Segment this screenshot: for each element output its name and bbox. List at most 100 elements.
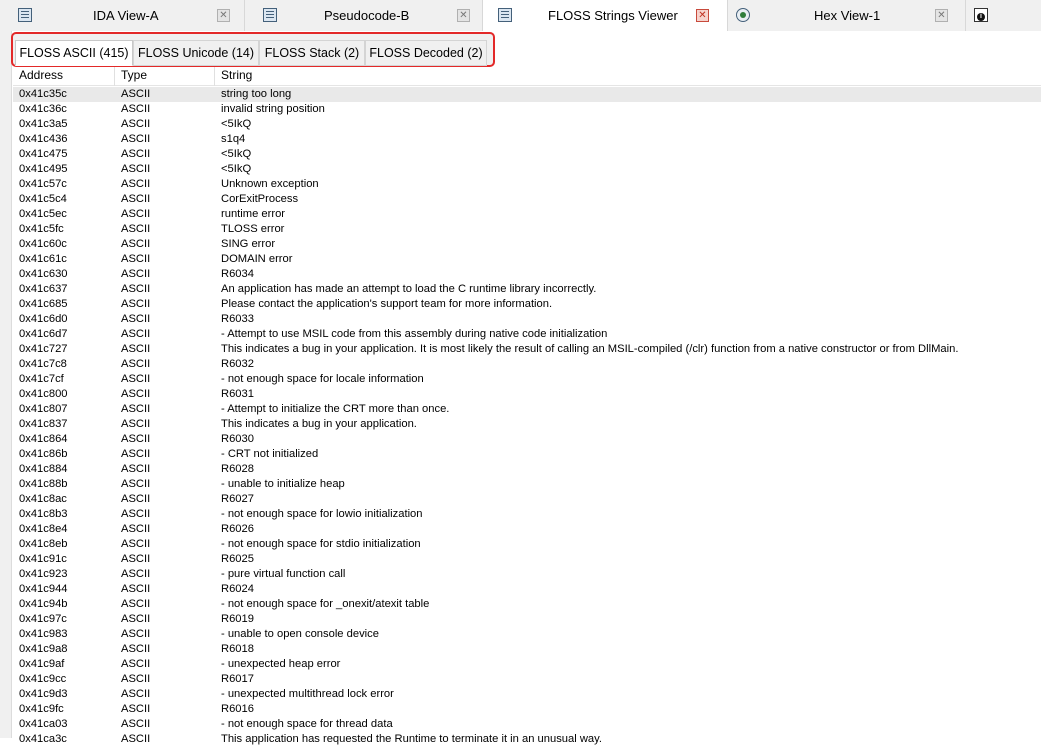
string-cell: This application has requested the Runti… [221,733,603,745]
address-cell: 0x41c923 [19,568,68,580]
close-icon[interactable]: ✕ [935,9,948,22]
table-row[interactable]: 0x41c86b ASCII - CRT not initialized [13,447,1041,462]
tab-floss-stack[interactable]: FLOSS Stack (2) [259,40,365,66]
table-row[interactable]: 0x41c5fc ASCII TLOSS error [13,222,1041,237]
address-cell: 0x41c35c [19,88,67,100]
table-row[interactable]: 0x41c944 ASCII R6024 [13,582,1041,597]
type-cell: ASCII [121,163,151,175]
table-row[interactable]: 0x41c97c ASCII R6019 [13,612,1041,627]
address-cell: 0x41ca03 [19,718,68,730]
table-row[interactable]: 0x41c61c ASCII DOMAIN error [13,252,1041,267]
string-cell: Please contact the application's support… [221,298,553,310]
type-cell: ASCII [121,568,151,580]
table-row[interactable]: 0x41c9a8 ASCII R6018 [13,642,1041,657]
table-row[interactable]: 0x41c7c8 ASCII R6032 [13,357,1041,372]
table-row[interactable]: 0x41c88b ASCII - unable to initialize heap [13,477,1041,492]
table-row[interactable]: 0x41c983 ASCII - unable to open console de… [13,627,1041,642]
table-row[interactable]: 0x41c9d3 ASCII - unexpected multithread lo… [13,687,1041,702]
info-icon: i [974,8,988,22]
address-cell: 0x41c36c [19,103,67,115]
type-cell: ASCII [121,193,151,205]
table-row[interactable]: 0x41ca03 ASCII - not enough space for thre… [13,717,1041,732]
table-row[interactable]: 0x41c94b ASCII - not enough space for _one… [13,597,1041,612]
table-row[interactable]: 0x41c9fc ASCII R6016 [13,702,1041,717]
table-row[interactable]: 0x41c727 ASCII This indicates a bug in you… [13,342,1041,357]
table-row[interactable]: 0x41c35c ASCII string too long [13,87,1041,102]
string-cell: - not enough space for _onexit/atexit ta… [221,598,430,610]
table-row[interactable]: 0x41c57c ASCII Unknown exception [13,177,1041,192]
close-icon[interactable]: ✕ [457,9,470,22]
table-row[interactable]: 0x41c923 ASCII - pure virtual function cal… [13,567,1041,582]
table-row[interactable]: 0x41c685 ASCII Please contact the applicat… [13,297,1041,312]
string-cell: <5IkQ [221,148,252,160]
string-cell: R6026 [221,523,254,535]
address-cell: 0x41c5ec [19,208,67,220]
list-icon [498,8,512,22]
tab-info[interactable]: i [966,0,1041,31]
type-cell: ASCII [121,448,151,460]
type-cell: ASCII [121,673,151,685]
table-row[interactable]: 0x41c6d7 ASCII - Attempt to use MSIL code … [13,327,1041,342]
table-row[interactable]: 0x41c837 ASCII This indicates a bug in you… [13,417,1041,432]
tab-pseudocode-b[interactable]: Pseudocode-B ✕ [245,0,483,31]
table-row[interactable]: 0x41c436 ASCII s1q4 [13,132,1041,147]
strings-table-body: 0x41c35c ASCII string too long 0x41c36c ASCI… [13,87,1041,747]
table-row[interactable]: 0x41c6d0 ASCII R6033 [13,312,1041,327]
address-cell: 0x41c9a8 [19,643,68,655]
hex-icon [736,8,750,22]
type-cell: ASCII [121,703,151,715]
type-cell: ASCII [121,328,151,340]
tab-ida-view-a[interactable]: IDA View-A ✕ [0,0,245,31]
address-cell: 0x41c91c [19,553,67,565]
list-icon [18,8,32,22]
table-row[interactable]: 0x41c9af ASCII - unexpected heap error [13,657,1041,672]
table-row[interactable]: 0x41c475 ASCII <5IkQ [13,147,1041,162]
table-row[interactable]: 0x41c800 ASCII R6031 [13,387,1041,402]
table-row[interactable]: 0x41c5c4 ASCII CorExitProcess [13,192,1041,207]
column-header-string[interactable]: String [215,67,1041,86]
tab-floss-decoded[interactable]: FLOSS Decoded (2) [365,40,487,66]
table-row[interactable]: 0x41c807 ASCII - Attempt to initialize the… [13,402,1041,417]
address-cell: 0x41c6d0 [19,313,68,325]
table-row[interactable]: 0x41c60c ASCII SING error [13,237,1041,252]
string-cell: - not enough space for lowio initializat… [221,508,423,520]
address-cell: 0x41c864 [19,433,68,445]
table-row[interactable]: 0x41c8e4 ASCII R6026 [13,522,1041,537]
table-row[interactable]: 0x41c7cf ASCII - not enough space for loca… [13,372,1041,387]
address-cell: 0x41c86b [19,448,68,460]
type-cell: ASCII [121,733,151,745]
table-row[interactable]: 0x41c864 ASCII R6030 [13,432,1041,447]
close-icon[interactable]: ✕ [696,9,709,22]
table-row[interactable]: 0x41c884 ASCII R6028 [13,462,1041,477]
address-cell: 0x41c685 [19,298,68,310]
table-row[interactable]: 0x41c36c ASCII invalid string position [13,102,1041,117]
column-header-type[interactable]: Type [115,67,215,86]
table-row[interactable]: 0x41c9cc ASCII R6017 [13,672,1041,687]
table-row[interactable]: 0x41c8b3 ASCII - not enough space for lowi… [13,507,1041,522]
type-cell: ASCII [121,103,151,115]
table-row[interactable]: 0x41c630 ASCII R6034 [13,267,1041,282]
tab-floss-ascii[interactable]: FLOSS ASCII (415) [15,40,133,66]
close-icon[interactable]: ✕ [217,9,230,22]
string-cell: R6028 [221,463,254,475]
type-cell: ASCII [121,613,151,625]
table-row[interactable]: 0x41c495 ASCII <5IkQ [13,162,1041,177]
table-row[interactable]: 0x41c637 ASCII An application has made an … [13,282,1041,297]
table-row[interactable]: 0x41c8ac ASCII R6027 [13,492,1041,507]
string-cell: R6031 [221,388,254,400]
type-cell: ASCII [121,688,151,700]
table-row[interactable]: 0x41c3a5 ASCII <5IkQ [13,117,1041,132]
string-cell: R6017 [221,673,254,685]
type-cell: ASCII [121,118,151,130]
table-row[interactable]: 0x41ca3c ASCII This application has reques… [13,732,1041,747]
tab-floss-unicode[interactable]: FLOSS Unicode (14) [133,40,259,66]
tab-hex-view-1[interactable]: Hex View-1 ✕ [728,0,966,31]
tab-floss-strings-viewer[interactable]: FLOSS Strings Viewer ✕ [483,0,728,31]
table-row[interactable]: 0x41c8eb ASCII - not enough space for stdi… [13,537,1041,552]
column-header-address[interactable]: Address [13,67,115,86]
type-cell: ASCII [121,433,151,445]
table-row[interactable]: 0x41c5ec ASCII runtime error [13,207,1041,222]
tab-label: FLOSS Strings Viewer [548,8,678,23]
table-row[interactable]: 0x41c91c ASCII R6025 [13,552,1041,567]
string-cell: - CRT not initialized [221,448,319,460]
